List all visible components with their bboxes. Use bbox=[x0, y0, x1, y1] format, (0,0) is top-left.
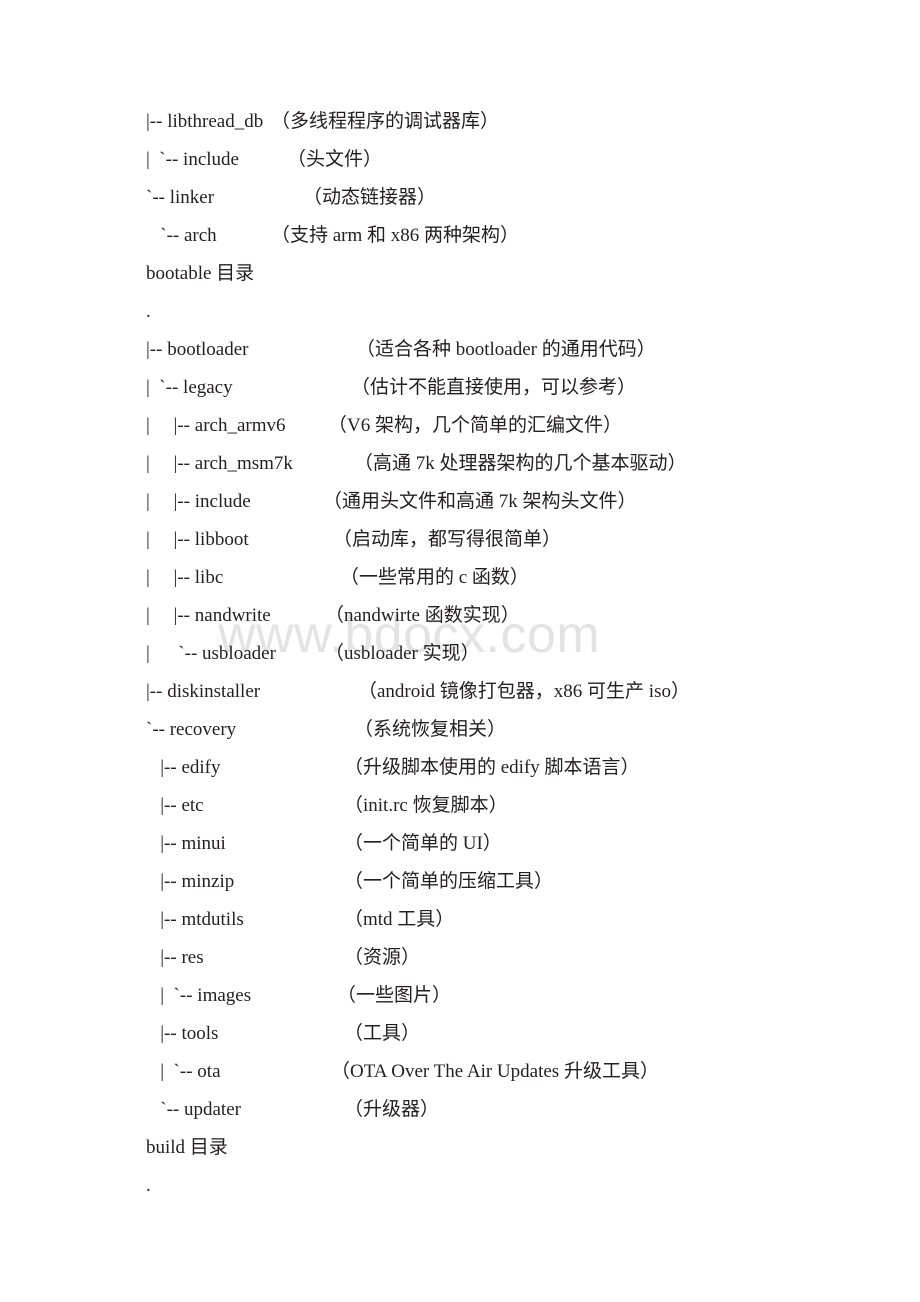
tree-entry-description: （android 镜像打包器，x86 可生产 iso） bbox=[358, 681, 690, 702]
tree-row: `-- linker （动态链接器） bbox=[0, 179, 920, 217]
tree-entry-description: （V6 架构，几个简单的汇编文件） bbox=[328, 415, 622, 436]
tree-entry-description: （升级器） bbox=[344, 1099, 440, 1120]
tree-row: | `-- ota （OTA Over The Air Updates 升级工具） bbox=[0, 1053, 920, 1091]
tree-entry-description: （动态链接器） bbox=[303, 187, 437, 208]
tree-row: | |-- arch_armv6 （V6 架构，几个简单的汇编文件） bbox=[0, 407, 920, 445]
tree-entry-description: （头文件） bbox=[287, 149, 383, 170]
tree-entry-name: | `-- ota bbox=[146, 1061, 221, 1082]
tree-row: |-- etc （init.rc 恢复脚本） bbox=[0, 787, 920, 825]
tree-row: `-- arch （支持 arm 和 x86 两种架构） bbox=[0, 217, 920, 255]
tree-entry-description: （一个简单的压缩工具） bbox=[344, 871, 554, 892]
section-heading-text: bootable 目录 bbox=[146, 263, 255, 284]
tree-entry-name: |-- libthread_db bbox=[146, 111, 264, 132]
tree-entry-name: `-- updater bbox=[146, 1099, 241, 1120]
tree-root-dot: . bbox=[0, 293, 920, 331]
tree-entry-name: | |-- include bbox=[146, 491, 251, 512]
tree-entry-name: |-- diskinstaller bbox=[146, 681, 261, 702]
tree-row: | |-- libc （一些常用的 c 函数） bbox=[0, 559, 920, 597]
tree-entry-description: （工具） bbox=[344, 1023, 421, 1044]
tree-entry-description: （估计不能直接使用，可以参考） bbox=[351, 377, 637, 398]
tree-entry-name: | |-- libc bbox=[146, 567, 224, 588]
tree-entry-name: | `-- legacy bbox=[146, 377, 233, 398]
tree-entry-description: （一个简单的 UI） bbox=[344, 833, 502, 854]
tree-entry-description: （mtd 工具） bbox=[344, 909, 455, 930]
tree-row: | `-- include （头文件） bbox=[0, 141, 920, 179]
tree-entry-name: | |-- libboot bbox=[146, 529, 249, 550]
tree-row: |-- bootloader （适合各种 bootloader 的通用代码） bbox=[0, 331, 920, 369]
tree-entry-description: （支持 arm 和 x86 两种架构） bbox=[271, 225, 520, 246]
tree-row: | |-- libboot （启动库，都写得很简单） bbox=[0, 521, 920, 559]
tree-entry-description: （init.rc 恢复脚本） bbox=[344, 795, 508, 816]
tree-entry-name: | |-- arch_armv6 bbox=[146, 415, 286, 436]
tree-entry-name: |-- res bbox=[146, 947, 204, 968]
tree-entry-description: （资源） bbox=[344, 947, 421, 968]
tree-entry-description: （一些图片） bbox=[337, 985, 452, 1006]
tree-entry-description: （usbloader 实现） bbox=[325, 643, 480, 664]
tree-row: |-- edify （升级脚本使用的 edify 脚本语言） bbox=[0, 749, 920, 787]
tree-row: | `-- usbloader （usbloader 实现） bbox=[0, 635, 920, 673]
tree-row: `-- updater （升级器） bbox=[0, 1091, 920, 1129]
section-heading: build 目录 bbox=[0, 1129, 920, 1167]
tree-row: | |-- arch_msm7k （高通 7k 处理器架构的几个基本驱动） bbox=[0, 445, 920, 483]
tree-entry-name: | |-- nandwrite bbox=[146, 605, 271, 626]
tree-row: | `-- legacy （估计不能直接使用，可以参考） bbox=[0, 369, 920, 407]
tree-entry-description: （多线程程序的调试器库） bbox=[271, 111, 500, 132]
section-heading-text: build 目录 bbox=[146, 1137, 228, 1158]
tree-root-dot-text: . bbox=[146, 301, 151, 322]
tree-row: |-- libthread_db （多线程程序的调试器库） bbox=[0, 103, 920, 141]
tree-entry-description: （系统恢复相关） bbox=[354, 719, 507, 740]
tree-row: | |-- include （通用头文件和高通 7k 架构头文件） bbox=[0, 483, 920, 521]
tree-row: |-- mtdutils （mtd 工具） bbox=[0, 901, 920, 939]
tree-entry-name: |-- etc bbox=[146, 795, 204, 816]
tree-entry-name: |-- edify bbox=[146, 757, 221, 778]
tree-root-dot-text: . bbox=[146, 1175, 151, 1196]
tree-entry-description: （适合各种 bootloader 的通用代码） bbox=[356, 339, 656, 360]
tree-entry-description: （升级脚本使用的 edify 脚本语言） bbox=[344, 757, 640, 778]
tree-row: | |-- nandwrite （nandwirte 函数实现） bbox=[0, 597, 920, 635]
tree-entry-description: （高通 7k 处理器架构的几个基本驱动） bbox=[354, 453, 687, 474]
tree-entry-description: （一些常用的 c 函数） bbox=[340, 567, 529, 588]
tree-row: | `-- images （一些图片） bbox=[0, 977, 920, 1015]
tree-row: |-- res （资源） bbox=[0, 939, 920, 977]
tree-entry-name: |-- minzip bbox=[146, 871, 235, 892]
tree-entry-name: | `-- include bbox=[146, 149, 239, 170]
tree-entry-name: `-- linker bbox=[146, 187, 215, 208]
tree-row: |-- minzip （一个简单的压缩工具） bbox=[0, 863, 920, 901]
tree-entry-name: |-- tools bbox=[146, 1023, 219, 1044]
tree-entry-name: |-- bootloader bbox=[146, 339, 249, 360]
tree-entry-description: （启动库，都写得很简单） bbox=[333, 529, 562, 550]
tree-row: `-- recovery （系统恢复相关） bbox=[0, 711, 920, 749]
tree-entry-name: `-- recovery bbox=[146, 719, 237, 740]
tree-entry-description: （通用头文件和高通 7k 架构头文件） bbox=[323, 491, 637, 512]
tree-row: |-- minui （一个简单的 UI） bbox=[0, 825, 920, 863]
section-heading: bootable 目录 bbox=[0, 255, 920, 293]
tree-entry-name: | `-- usbloader bbox=[146, 643, 276, 664]
directory-tree-listing: |-- libthread_db （多线程程序的调试器库） | `-- includ… bbox=[0, 103, 920, 1205]
tree-root-dot: . bbox=[0, 1167, 920, 1205]
tree-entry-name: |-- minui bbox=[146, 833, 226, 854]
tree-row: |-- tools （工具） bbox=[0, 1015, 920, 1053]
tree-entry-name: |-- mtdutils bbox=[146, 909, 244, 930]
tree-entry-description: （nandwirte 函数实现） bbox=[325, 605, 520, 626]
tree-entry-name: | |-- arch_msm7k bbox=[146, 453, 293, 474]
tree-entry-name: `-- arch bbox=[146, 225, 217, 246]
tree-entry-description: （OTA Over The Air Updates 升级工具） bbox=[331, 1061, 659, 1082]
tree-entry-name: | `-- images bbox=[146, 985, 252, 1006]
tree-row: |-- diskinstaller （android 镜像打包器，x86 可生产 … bbox=[0, 673, 920, 711]
